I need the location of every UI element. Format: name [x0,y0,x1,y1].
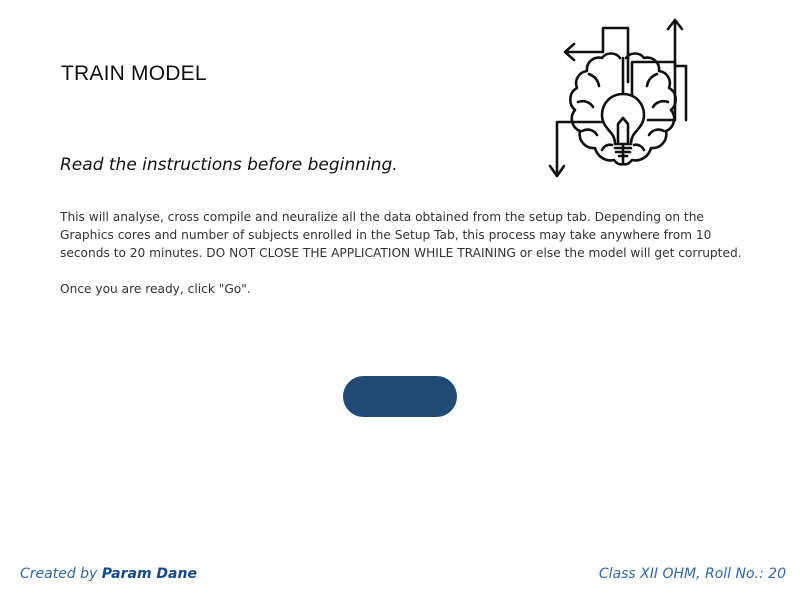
instructions-heading: Read the instructions before beginning. [60,155,398,175]
instructions-description: This will analyse, cross compile and neu… [60,210,742,260]
go-button[interactable] [343,376,457,417]
page-title: TRAIN MODEL [61,62,207,85]
footer-class-info: Class XII OHM, Roll No.: 20 [598,566,786,582]
train-model-page: TRAIN MODEL Read the instructions before… [0,0,800,600]
brain-lightbulb-icon [548,18,688,178]
author-name: Param Dane [101,566,197,582]
ready-prompt: Once you are ready, click "Go". [60,282,251,296]
footer-credit: Created by Param Dane [20,566,197,582]
credit-prefix: Created by [20,566,102,582]
